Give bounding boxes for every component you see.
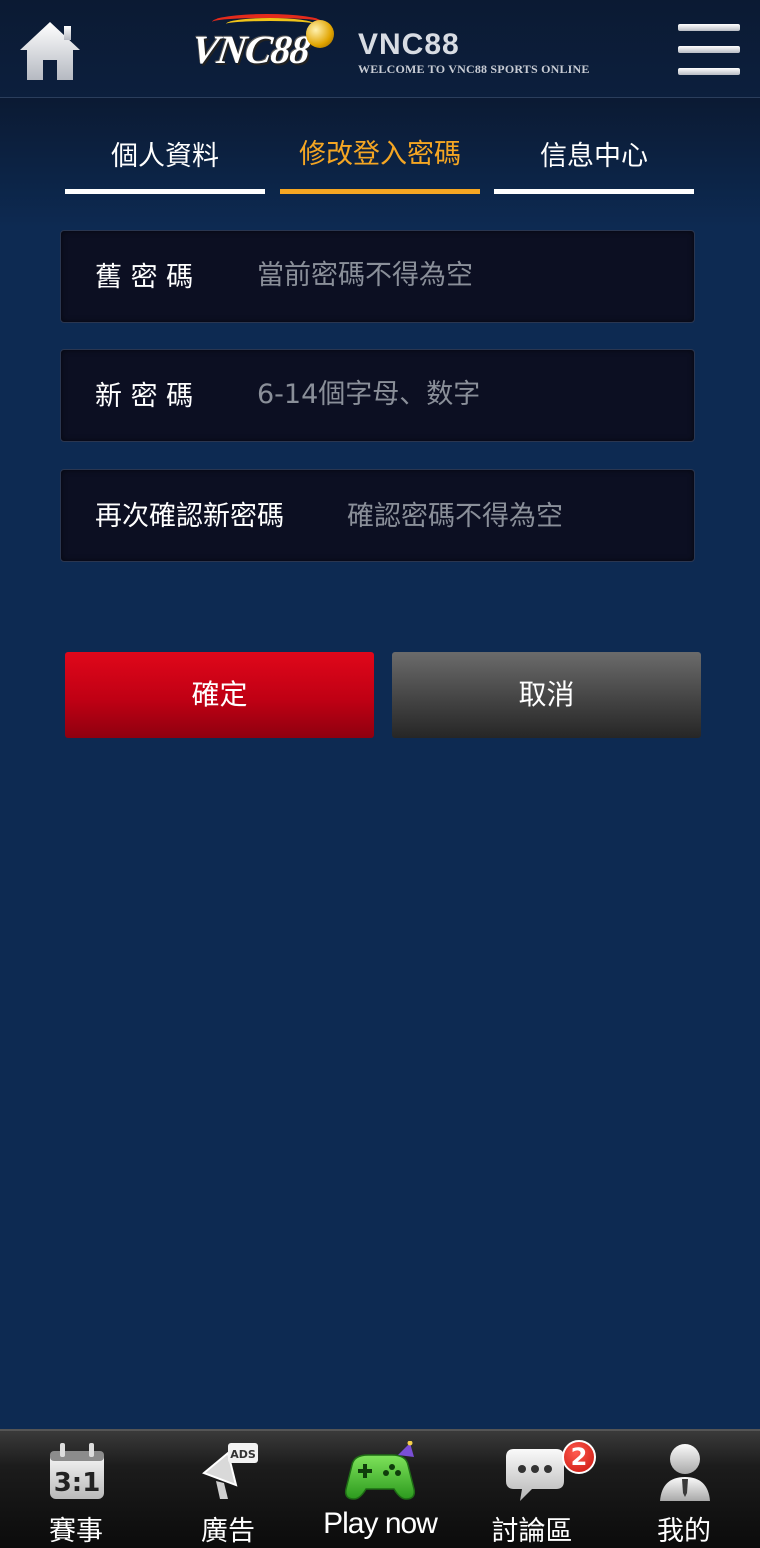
user-profile-icon [654,1441,716,1503]
soccer-ball-icon [306,20,334,48]
notification-badge: 2 [562,1440,596,1474]
confirm-password-label: 再次確認新密碼 [95,501,284,532]
tab-label: 個人資料 [111,141,219,172]
nav-item-play-now[interactable]: Play now [304,1431,456,1548]
old-password-field[interactable]: 舊 密 碼 當前密碼不得為空 [60,230,695,323]
tab-underline [494,189,694,194]
gamepad-icon [344,1440,418,1503]
bottom-nav: 3:1 賽事 ADS 廣告 Play now 討論區 我的 [0,1429,760,1548]
calendar-score-icon: 3:1 [46,1441,108,1503]
nav-item-mine[interactable]: 我的 [608,1431,760,1548]
tab-underline [280,189,480,194]
cancel-button[interactable]: 取消 [392,652,701,738]
nav-item-ads[interactable]: ADS 廣告 [152,1431,304,1548]
tab-underline [65,189,265,194]
nav-item-matches[interactable]: 3:1 賽事 [0,1431,152,1548]
brand-title: VNC88 [358,28,460,61]
logo-text: VNC88 [188,27,313,72]
nav-label: 我的 [657,1516,711,1547]
ads-icon-text: ADS [230,1448,256,1461]
tab-message-center[interactable]: 信息中心 [494,118,694,194]
tab-label: 信息中心 [540,141,648,172]
nav-label: 賽事 [49,1516,103,1547]
confirm-button[interactable]: 確定 [65,652,374,738]
chat-bubble-icon [502,1441,564,1503]
new-password-label: 新 密 碼 [95,381,194,412]
nav-label: 討論區 [491,1516,573,1547]
old-password-placeholder: 當前密碼不得為空 [257,260,473,291]
top-header: VNC88 VNC88 WELCOME TO VNC88 SPORTS ONLI… [0,0,760,98]
tab-change-password[interactable]: 修改登入密碼 [280,118,480,194]
hamburger-menu-icon[interactable] [676,24,742,80]
old-password-label: 舊 密 碼 [95,262,194,293]
nav-label: 廣告 [201,1516,255,1547]
new-password-placeholder: 6-14個字母、数字 [257,379,481,410]
calendar-score-text: 3:1 [54,1468,101,1498]
nav-label: Play now [323,1507,438,1540]
ads-megaphone-icon: ADS [198,1441,260,1503]
brand-subtitle: WELCOME TO VNC88 SPORTS ONLINE [358,62,590,76]
confirm-password-field[interactable]: 再次確認新密碼 確認密碼不得為空 [60,469,695,562]
tab-profile[interactable]: 個人資料 [65,118,265,194]
new-password-field[interactable]: 新 密 碼 6-14個字母、数字 [60,349,695,442]
confirm-password-placeholder: 確認密碼不得為空 [347,501,563,532]
home-icon[interactable] [18,20,82,82]
tab-label: 修改登入密碼 [299,139,461,170]
